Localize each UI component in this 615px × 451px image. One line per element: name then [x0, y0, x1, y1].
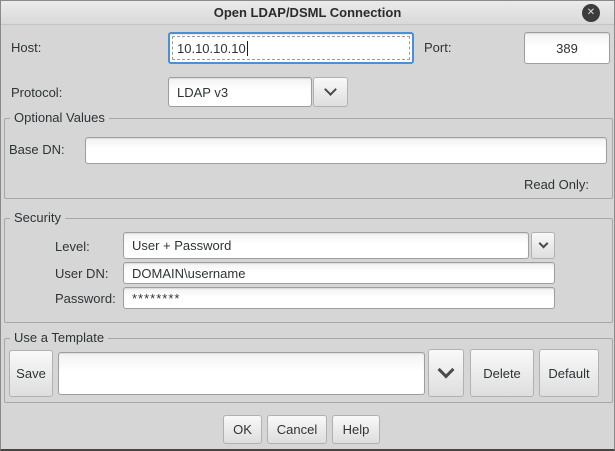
user-dn-value: DOMAIN\username — [132, 266, 245, 281]
level-label: Level: — [55, 239, 90, 254]
cancel-button[interactable]: Cancel — [267, 415, 327, 444]
host-label: Host: — [11, 40, 41, 55]
password-value: ******** — [132, 291, 180, 306]
ok-button[interactable]: OK — [223, 415, 262, 444]
user-dn-input[interactable]: DOMAIN\username — [123, 262, 555, 284]
host-input[interactable]: 10.10.10.10 — [168, 32, 414, 64]
read-only-label: Read Only: — [524, 177, 589, 192]
close-button[interactable]: ✕ — [582, 4, 600, 22]
default-button[interactable]: Default — [539, 349, 599, 397]
level-combo[interactable]: User + Password — [123, 232, 529, 259]
protocol-label: Protocol: — [11, 85, 62, 100]
level-dropdown-button[interactable] — [531, 232, 555, 259]
save-button-label: Save — [16, 366, 46, 381]
template-title: Use a Template — [10, 330, 108, 345]
text-caret — [247, 41, 248, 56]
chevron-down-icon — [538, 239, 548, 249]
ldap-connection-dialog: Open LDAP/DSML Connection ✕ Host: 10.10.… — [0, 0, 615, 451]
window-title: Open LDAP/DSML Connection — [1, 1, 614, 24]
protocol-dropdown-button[interactable] — [313, 77, 348, 107]
titlebar: Open LDAP/DSML Connection ✕ — [1, 1, 614, 25]
chevron-down-icon — [438, 361, 455, 378]
user-dn-label: User DN: — [55, 266, 108, 281]
template-dropdown-button[interactable] — [428, 349, 464, 397]
password-label: Password: — [55, 291, 116, 306]
password-input[interactable]: ******** — [123, 287, 555, 309]
security-title: Security — [10, 210, 65, 225]
chevron-down-icon — [324, 83, 337, 96]
protocol-value: LDAP v3 — [177, 85, 228, 100]
host-value: 10.10.10.10 — [177, 41, 246, 56]
help-button[interactable]: Help — [332, 415, 380, 444]
delete-button-label: Delete — [483, 366, 521, 381]
delete-button[interactable]: Delete — [470, 349, 534, 397]
ok-button-label: OK — [233, 422, 252, 437]
level-value: User + Password — [132, 238, 231, 253]
cancel-button-label: Cancel — [277, 422, 317, 437]
save-button[interactable]: Save — [9, 350, 53, 397]
optional-values-title: Optional Values — [10, 110, 109, 125]
port-value: 389 — [556, 41, 578, 56]
default-button-label: Default — [548, 366, 589, 381]
base-dn-input[interactable] — [85, 137, 607, 164]
port-input[interactable]: 389 — [524, 32, 610, 64]
port-label: Port: — [424, 40, 451, 55]
protocol-combo[interactable]: LDAP v3 — [168, 77, 312, 107]
close-icon: ✕ — [582, 4, 600, 22]
template-combo-input[interactable] — [58, 352, 425, 395]
help-button-label: Help — [343, 422, 370, 437]
base-dn-label: Base DN: — [9, 142, 65, 157]
